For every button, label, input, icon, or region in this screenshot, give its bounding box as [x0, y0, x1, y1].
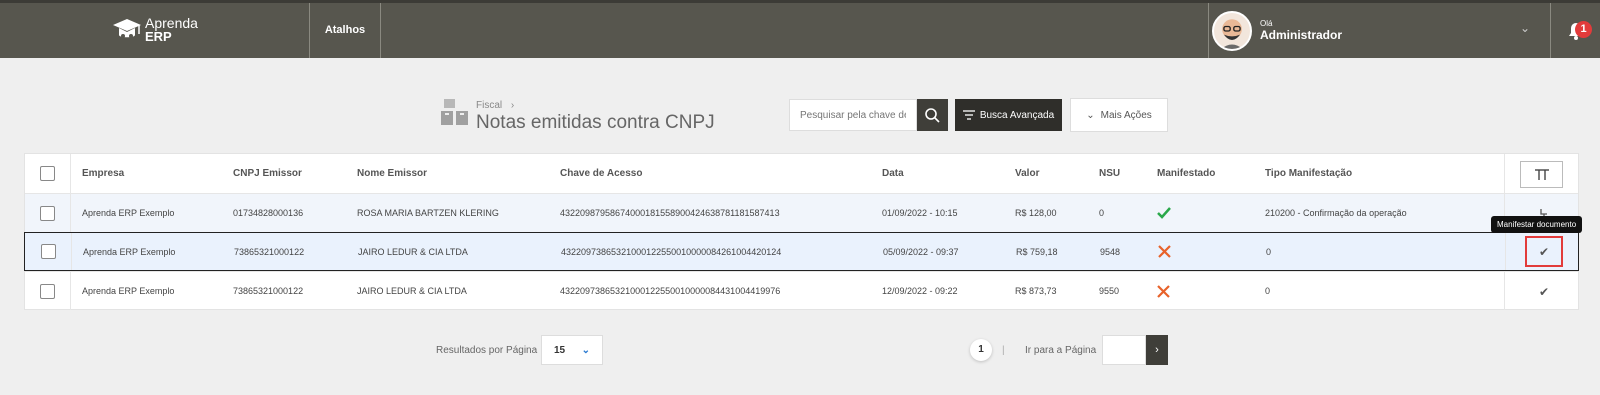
breadcrumb-separator: › [510, 100, 515, 111]
search-button[interactable] [917, 99, 948, 131]
graduation-cap-icon [113, 19, 141, 38]
pagination-separator: | [1002, 344, 1005, 356]
boxes-icon [441, 99, 468, 125]
notification-badge: 1 [1575, 21, 1592, 38]
breadcrumb: Fiscal › [476, 100, 514, 111]
cell-empresa: Aprenda ERP Exemplo [82, 286, 175, 296]
cell-data: 05/09/2022 - 09:37 [883, 246, 959, 257]
cell-nsu: 9548 [1100, 246, 1121, 257]
divider [380, 3, 381, 58]
check-icon [1157, 194, 1171, 232]
per-page-select[interactable]: 15 ⌄ [541, 335, 603, 365]
cell-nsu: 0 [1099, 208, 1105, 218]
logo-text-line1: Aprenda [145, 15, 198, 31]
cell-empresa: Aprenda ERP Exemplo [82, 208, 175, 218]
checkmark-icon: ✔ [1538, 244, 1550, 259]
per-page-label: Resultados por Página [436, 344, 538, 356]
user-menu[interactable]: Olá Administrador [1212, 3, 1342, 58]
logo-text-line2: ERP [145, 29, 172, 44]
advanced-search-label: Busca Avançada [979, 109, 1055, 121]
select-all-checkbox[interactable] [40, 166, 55, 181]
column-divider [1504, 272, 1505, 310]
column-header-valor[interactable]: Valor [1015, 154, 1039, 193]
row-checkbox[interactable] [40, 205, 55, 221]
column-header-cnpj-emissor[interactable]: CNPJ Emissor [233, 154, 302, 193]
cell-valor: R$ 873,73 [1015, 286, 1057, 296]
row-checkbox[interactable] [41, 244, 56, 259]
filter-icon [962, 110, 975, 120]
cell-tipo: 0 [1266, 246, 1272, 257]
cell-nome: JAIRO LEDUR & CIA LTDA [358, 246, 468, 257]
logo[interactable]: Aprenda ERP [112, 15, 198, 45]
avatar [1212, 10, 1252, 51]
greeting-text: Olá [1260, 19, 1273, 28]
column-header-nsu[interactable]: NSU [1099, 154, 1120, 193]
column-divider [71, 233, 72, 270]
column-header-data[interactable]: Data [882, 154, 904, 193]
cell-cnpj: 73865321000122 [233, 286, 304, 296]
manifest-document-button[interactable]: ✔ [1525, 236, 1563, 267]
column-divider [70, 194, 71, 232]
chevron-down-icon: ⌄ [1086, 109, 1095, 121]
page-number-current[interactable]: 1 [970, 339, 992, 361]
table-row[interactable]: Aprenda ERP Exemplo 73865321000122 JAIRO… [25, 271, 1578, 310]
cell-data: 01/09/2022 - 10:15 [882, 208, 958, 218]
cell-chave: 4322097386532100012255001000008443100441… [560, 286, 781, 296]
notes-table: Empresa CNPJ Emissor Nome Emissor Chave … [24, 153, 1579, 310]
column-header-chave-acesso[interactable]: Chave de Acesso [560, 154, 642, 193]
column-header-empresa[interactable]: Empresa [82, 154, 124, 193]
cross-icon [1158, 233, 1171, 270]
table-header: Empresa CNPJ Emissor Nome Emissor Chave … [25, 154, 1578, 193]
per-page-value: 15 [554, 344, 566, 356]
shortcuts-menu[interactable]: Atalhos [310, 3, 380, 58]
tooltip: Manifestar documento [1491, 216, 1583, 233]
cell-valor: R$ 128,00 [1015, 208, 1057, 218]
search-input[interactable] [789, 99, 917, 131]
cell-nome: JAIRO LEDUR & CIA LTDA [357, 286, 467, 296]
columns-icon [1534, 168, 1549, 180]
chevron-down-icon[interactable]: ⌄ [1520, 21, 1530, 35]
cell-empresa: Aprenda ERP Exemplo [83, 246, 176, 257]
column-divider [1504, 154, 1505, 193]
row-checkbox[interactable] [40, 283, 55, 299]
manifest-document-button[interactable]: ✔ [1525, 278, 1563, 305]
cell-tipo: 210200 - Confirmação da operação [1265, 208, 1407, 218]
checkmark-icon: ✔ [1538, 284, 1550, 299]
goto-page-label: Ir para a Página [1025, 344, 1097, 356]
page-title: Notas emitidas contra CNPJ [476, 112, 715, 133]
search-icon [925, 108, 940, 123]
cell-cnpj: 01734828000136 [233, 208, 304, 218]
cell-tipo: 0 [1265, 286, 1271, 296]
cell-cnpj: 73865321000122 [234, 246, 305, 257]
cell-data: 12/09/2022 - 09:22 [882, 286, 958, 296]
more-actions-button[interactable]: ⌄ Mais Ações [1070, 98, 1168, 132]
cell-chave: 4322098795867400018155890042463878118158… [560, 208, 780, 218]
goto-page-input[interactable] [1102, 335, 1146, 365]
column-header-tipo-manifestacao[interactable]: Tipo Manifestação [1265, 154, 1352, 193]
divider [1550, 3, 1551, 58]
cell-valor: R$ 759,18 [1016, 246, 1058, 257]
advanced-search-button[interactable]: Busca Avançada [955, 99, 1062, 131]
table-row[interactable]: Aprenda ERP Exemplo 73865321000122 JAIRO… [24, 232, 1579, 271]
cross-icon [1157, 272, 1170, 310]
divider [1208, 3, 1209, 58]
column-divider [70, 154, 71, 193]
breadcrumb-item-fiscal[interactable]: Fiscal [476, 100, 502, 111]
column-divider [70, 272, 71, 310]
goto-page-button[interactable]: › [1146, 335, 1168, 365]
column-header-manifestado[interactable]: Manifestado [1157, 154, 1215, 193]
column-settings-button[interactable] [1520, 161, 1563, 188]
user-name: Administrador [1260, 28, 1343, 42]
cell-nome: ROSA MARIA BARTZEN KLERING [357, 208, 499, 218]
top-bar: Aprenda ERP Atalhos Olá Administrador ⌄ … [0, 0, 1600, 58]
column-header-nome-emissor[interactable]: Nome Emissor [357, 154, 427, 193]
table-row[interactable]: Aprenda ERP Exemplo 01734828000136 ROSA … [25, 193, 1578, 232]
cell-chave: 4322097386532100012255001000008426100442… [561, 246, 782, 257]
chevron-down-icon: ⌄ [581, 344, 590, 356]
cell-nsu: 9550 [1099, 286, 1120, 296]
more-actions-label: Mais Ações [1100, 109, 1152, 121]
chevron-right-icon: › [1155, 344, 1159, 356]
column-divider [1505, 233, 1506, 270]
